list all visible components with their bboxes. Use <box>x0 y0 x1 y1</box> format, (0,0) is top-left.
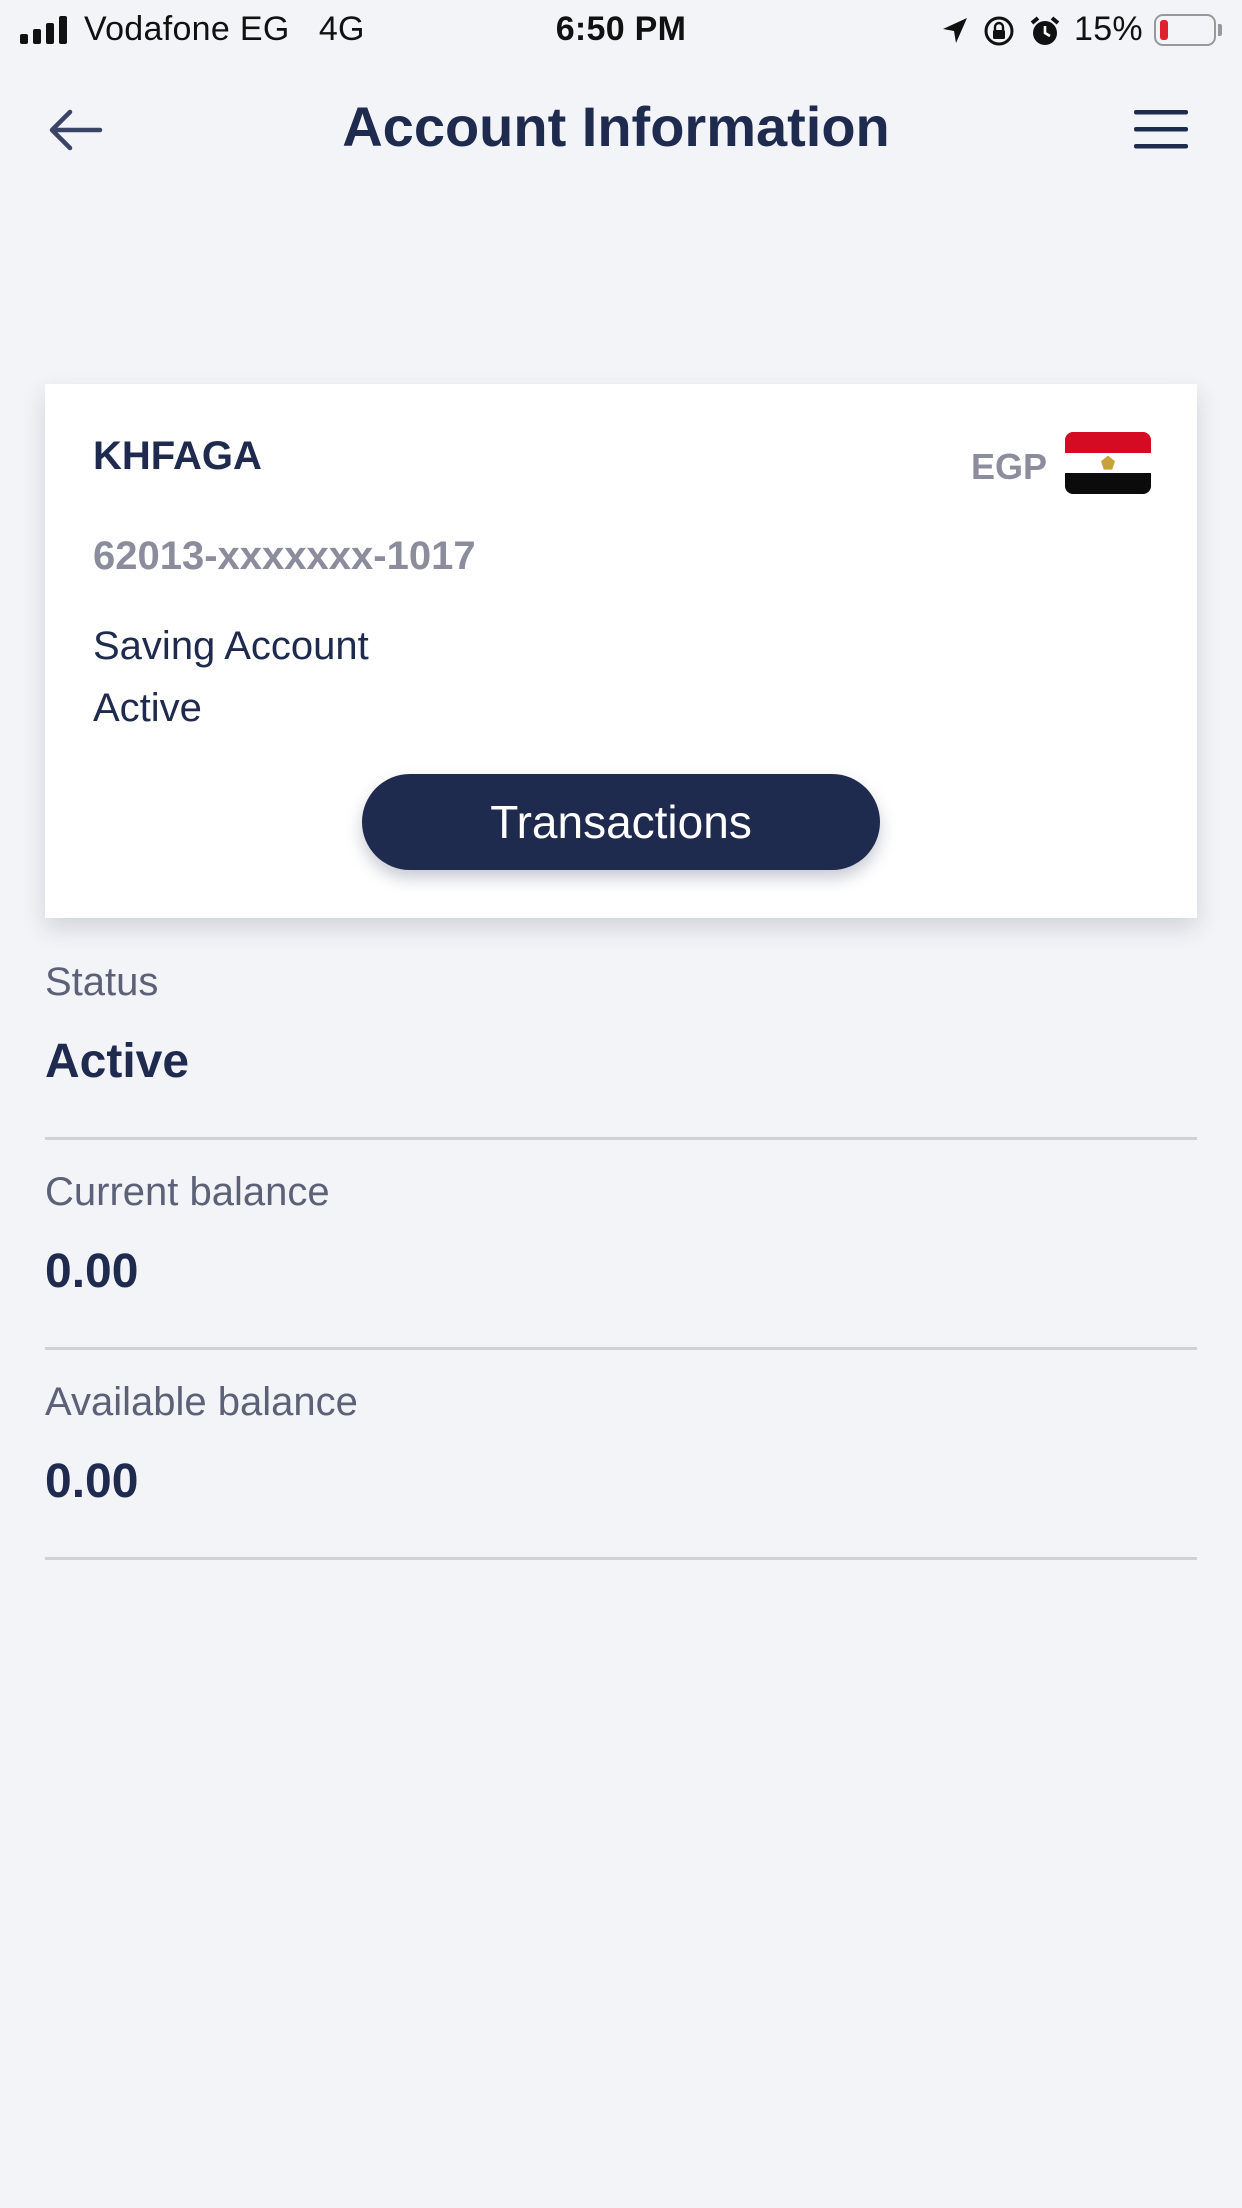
egypt-flag-icon <box>1065 432 1151 494</box>
currency-code: EGP <box>971 446 1048 487</box>
account-status: Active <box>93 686 202 730</box>
battery-cap <box>1218 24 1222 36</box>
account-type: Saving Account <box>93 624 369 668</box>
orientation-lock-icon <box>984 16 1014 46</box>
detail-row-status: Status Active <box>45 930 1197 1140</box>
detail-value: Active <box>45 1035 190 1088</box>
detail-label: Status <box>45 960 159 1004</box>
detail-value: 0.00 <box>45 1455 139 1508</box>
status-bar: Vodafone EG 4G 6:50 PM 15% <box>0 0 1242 62</box>
header: Account Information <box>0 80 1242 180</box>
detail-value: 0.00 <box>45 1245 139 1298</box>
page-title: Account Information <box>342 95 890 158</box>
detail-row-current-balance: Current balance 0.00 <box>45 1140 1197 1350</box>
hamburger-menu-icon[interactable] <box>1128 102 1194 158</box>
location-arrow-icon <box>943 18 967 43</box>
account-number: 62013-xxxxxxx-1017 <box>93 534 476 578</box>
detail-label: Available balance <box>45 1380 358 1424</box>
detail-row-available-balance: Available balance 0.00 <box>45 1350 1197 1560</box>
alarm-icon <box>1030 16 1060 45</box>
account-card: KHFAGA EGP 62013-xxxxxxx-1017 Saving Acc… <box>45 384 1197 918</box>
detail-label: Current balance <box>45 1170 330 1214</box>
transactions-button[interactable]: Transactions <box>362 774 880 870</box>
menu-button[interactable] <box>1128 102 1194 158</box>
account-name: KHFAGA <box>93 434 262 478</box>
battery-percent: 15% <box>1074 10 1143 48</box>
battery-icon <box>1154 14 1216 46</box>
